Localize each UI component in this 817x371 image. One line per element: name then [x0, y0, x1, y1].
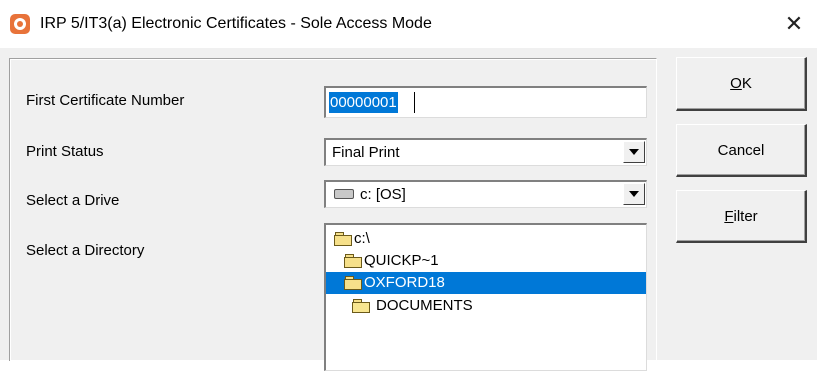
directory-item-label: DOCUMENTS [376, 297, 473, 314]
directory-item-oxford18[interactable]: OXFORD18 [326, 272, 646, 294]
directory-item-root[interactable]: c:\ [334, 228, 370, 250]
drive-select[interactable]: c: [OS] [324, 180, 647, 208]
cancel-label: Cancel [717, 141, 765, 159]
chevron-down-icon [629, 191, 639, 197]
chevron-down-icon [629, 149, 639, 155]
print-status-select[interactable]: Final Print [324, 138, 647, 166]
close-button[interactable]: ✕ [771, 0, 817, 48]
first-certificate-value: 00000001 [329, 92, 398, 113]
first-certificate-label: First Certificate Number [26, 92, 185, 109]
folder-closed-icon [352, 299, 370, 313]
ok-mnemonic: O [730, 75, 742, 92]
hard-drive-icon [334, 189, 354, 199]
drive-label: Select a Drive [26, 192, 120, 209]
print-status-label: Print Status [26, 143, 104, 160]
directory-item-label: OXFORD18 [364, 274, 445, 291]
folder-open-icon [344, 254, 362, 268]
folder-open-icon [344, 276, 362, 290]
close-icon: ✕ [784, 11, 804, 36]
cancel-button[interactable]: Cancel [676, 124, 807, 177]
print-status-dropdown-button[interactable] [623, 141, 645, 163]
filter-mnemonic: F [724, 207, 734, 225]
ok-label-rest: K [741, 75, 752, 92]
app-logo-icon [10, 14, 30, 34]
title-bar: IRP 5/IT3(a) Electronic Certificates - S… [0, 0, 817, 48]
filter-label-rest: ilter [733, 207, 758, 225]
first-certificate-input[interactable]: 00000001 [324, 86, 647, 118]
dialog-body: First Certificate Number 00000001 Print … [0, 48, 817, 371]
drive-dropdown-button[interactable] [623, 183, 645, 205]
drive-value: c: [OS] [360, 186, 406, 203]
options-panel: First Certificate Number 00000001 Print … [9, 58, 657, 371]
window-title: IRP 5/IT3(a) Electronic Certificates - S… [40, 15, 432, 32]
print-status-value: Final Print [332, 144, 400, 161]
directory-list[interactable]: c:\ QUICKP~1 OXFORD18 DOCUMENTS [324, 223, 647, 371]
ok-button[interactable]: OK [676, 57, 807, 111]
folder-open-icon [334, 232, 352, 246]
directory-label: Select a Directory [26, 242, 145, 259]
directory-item-quickp[interactable]: QUICKP~1 [344, 250, 439, 272]
directory-item-documents[interactable]: DOCUMENTS [352, 295, 473, 317]
text-caret [414, 92, 415, 113]
filter-button[interactable]: Filter [676, 190, 807, 243]
